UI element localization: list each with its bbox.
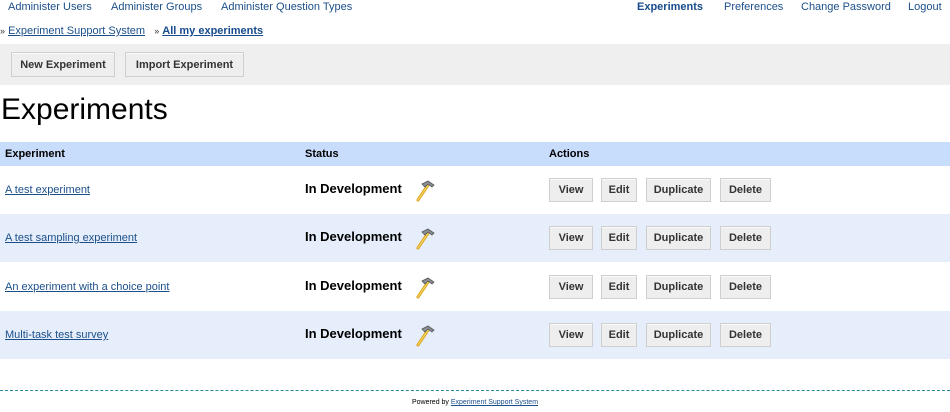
nav-preferences[interactable]: Preferences bbox=[724, 1, 783, 13]
toolbar: New Experiment Import Experiment bbox=[0, 44, 950, 85]
column-header-status: Status bbox=[305, 148, 339, 160]
status-label: In Development bbox=[305, 229, 402, 244]
nav-change-password[interactable]: Change Password bbox=[801, 1, 891, 13]
delete-button[interactable]: Delete bbox=[720, 226, 771, 250]
experiment-name-link[interactable]: An experiment with a choice point bbox=[5, 281, 169, 293]
view-button[interactable]: View bbox=[549, 275, 593, 299]
footer-prefix: Powered by bbox=[411, 399, 449, 406]
page-title: Experiments bbox=[1, 93, 168, 126]
column-header-actions: Actions bbox=[549, 148, 590, 160]
hammer-icon bbox=[413, 178, 437, 202]
nav-administer-users[interactable]: Administer Users bbox=[8, 1, 92, 13]
delete-button[interactable]: Delete bbox=[720, 323, 771, 347]
duplicate-button[interactable]: Duplicate bbox=[646, 178, 711, 202]
footer-link[interactable]: Experiment Support System bbox=[451, 399, 538, 406]
edit-button[interactable]: Edit bbox=[601, 275, 637, 299]
status-label: In Development bbox=[305, 278, 402, 293]
footer: Powered by Experiment Support System bbox=[0, 399, 950, 406]
breadcrumb-separator: » bbox=[0, 26, 6, 36]
edit-button[interactable]: Edit bbox=[601, 178, 637, 202]
new-experiment-button[interactable]: New Experiment bbox=[11, 52, 115, 77]
table-row: Multi-task test survey In Development View… bbox=[0, 311, 950, 359]
status-label: In Development bbox=[305, 181, 402, 196]
top-navigation: Administer Users Administer Groups Admin… bbox=[0, 0, 950, 16]
nav-logout[interactable]: Logout bbox=[908, 1, 942, 13]
view-button[interactable]: View bbox=[549, 323, 593, 347]
edit-button[interactable]: Edit bbox=[601, 226, 637, 250]
view-button[interactable]: View bbox=[549, 226, 593, 250]
footer-divider bbox=[0, 390, 950, 391]
import-experiment-button[interactable]: Import Experiment bbox=[125, 52, 244, 77]
table-row: A test sampling experiment In Development… bbox=[0, 214, 950, 262]
column-header-experiment: Experiment bbox=[5, 148, 65, 160]
nav-experiments[interactable]: Experiments bbox=[637, 1, 703, 13]
view-button[interactable]: View bbox=[549, 178, 593, 202]
hammer-icon bbox=[413, 323, 437, 347]
breadcrumb-current-link[interactable]: All my experiments bbox=[162, 25, 263, 37]
nav-administer-question-types[interactable]: Administer Question Types bbox=[221, 1, 352, 13]
status-label: In Development bbox=[305, 326, 402, 341]
duplicate-button[interactable]: Duplicate bbox=[646, 226, 711, 250]
experiment-name-link[interactable]: A test sampling experiment bbox=[5, 232, 137, 244]
edit-button[interactable]: Edit bbox=[601, 323, 637, 347]
experiment-name-link[interactable]: Multi-task test survey bbox=[5, 329, 108, 341]
nav-administer-groups[interactable]: Administer Groups bbox=[111, 1, 202, 13]
breadcrumb-separator: » bbox=[154, 26, 160, 36]
table-row: An experiment with a choice point In Deve… bbox=[0, 263, 950, 311]
delete-button[interactable]: Delete bbox=[720, 178, 771, 202]
duplicate-button[interactable]: Duplicate bbox=[646, 323, 711, 347]
table-header: Experiment Status Actions bbox=[0, 142, 950, 166]
breadcrumb: » Experiment Support System » All my exp… bbox=[0, 25, 263, 37]
duplicate-button[interactable]: Duplicate bbox=[646, 275, 711, 299]
experiment-name-link[interactable]: A test experiment bbox=[5, 184, 90, 196]
delete-button[interactable]: Delete bbox=[720, 275, 771, 299]
hammer-icon bbox=[413, 226, 437, 250]
table-row: A test experiment In Development View Edit D… bbox=[0, 166, 950, 214]
breadcrumb-home-link[interactable]: Experiment Support System bbox=[8, 25, 145, 37]
hammer-icon bbox=[413, 275, 437, 299]
